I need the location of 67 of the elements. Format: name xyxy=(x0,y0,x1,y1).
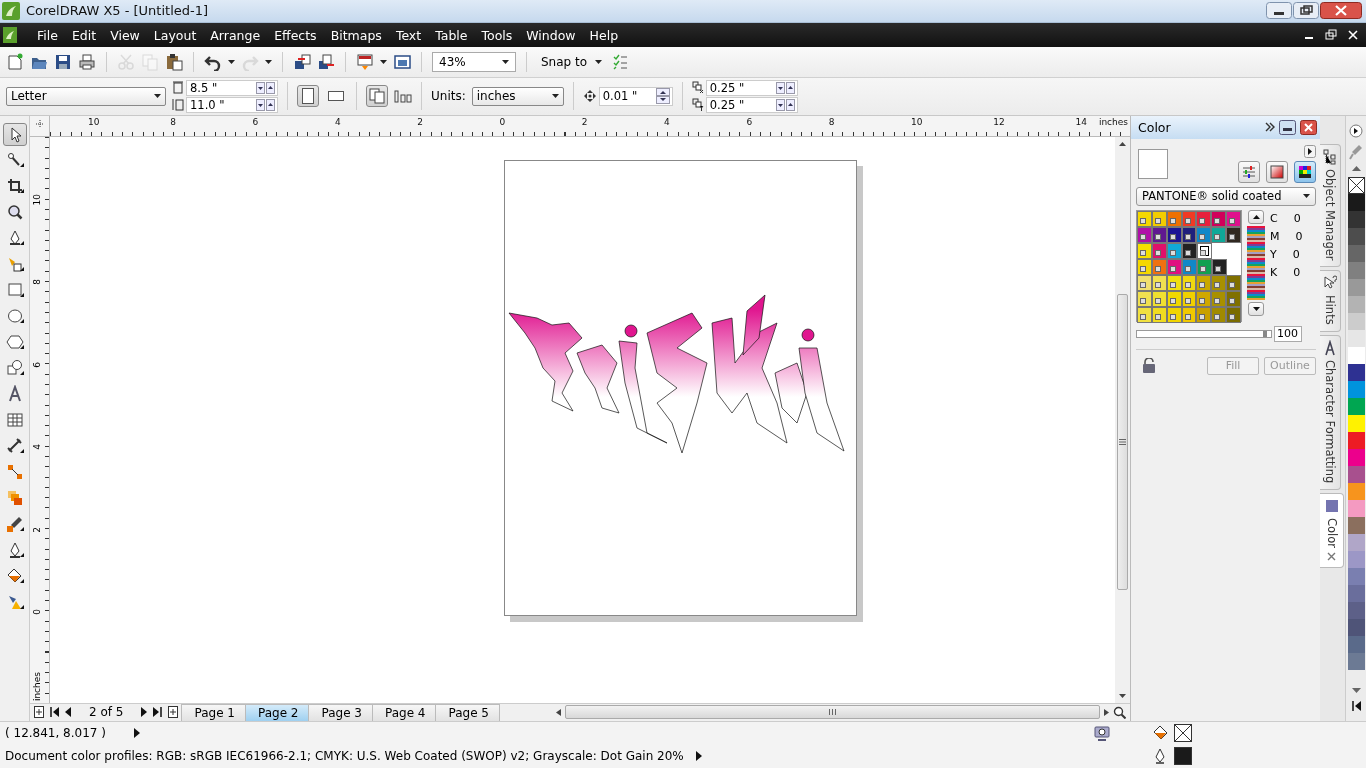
menu-item[interactable]: Bitmaps xyxy=(323,25,389,45)
ruler-label: 10 xyxy=(32,194,42,206)
docker-tab[interactable]: Hints xyxy=(1320,270,1341,332)
ruler-unit: inches xyxy=(32,671,43,701)
units-label: Units: xyxy=(431,89,466,104)
channel-label: C xyxy=(1270,211,1278,225)
zoom-dropdown[interactable]: 43% xyxy=(432,52,516,73)
docker-tab[interactable]: Color xyxy=(1320,493,1344,569)
menu-item[interactable]: File xyxy=(30,25,65,45)
page-size-dropdown[interactable]: Letter xyxy=(6,86,166,106)
ruler-label: 2 xyxy=(581,116,588,127)
ruler-label: 2 xyxy=(417,116,423,127)
ruler-label: 4 xyxy=(334,116,341,127)
docker-tab[interactable]: Character Formatting xyxy=(1320,334,1341,490)
ruler-label: 8 xyxy=(828,116,835,127)
ruler-label: 8 xyxy=(170,116,177,127)
menu-item[interactable]: Layout xyxy=(146,25,204,45)
ruler-label: 12 xyxy=(993,116,1005,127)
ruler-label: 8 xyxy=(32,279,42,286)
page-counter: 2 of 5 xyxy=(88,705,125,720)
channel-label: Y xyxy=(1270,247,1277,261)
ruler-label: 14 xyxy=(1075,116,1087,127)
tint-field[interactable]: 100 xyxy=(1274,325,1302,342)
channel-label: M xyxy=(1270,229,1280,243)
channel-value: 0 xyxy=(1293,265,1301,279)
duplicate-y-field[interactable]: 0.25 " xyxy=(705,96,798,113)
docker-title: Color xyxy=(1138,119,1172,135)
channel-value: 0 xyxy=(1292,247,1300,261)
ruler-label: 6 xyxy=(252,116,259,127)
height-field[interactable]: 11.0 " xyxy=(186,96,278,113)
snap-to-button[interactable]: Snap to xyxy=(537,53,607,72)
ruler-label: 10 xyxy=(88,116,100,127)
units-dropdown[interactable]: inches xyxy=(471,86,564,106)
menu-item[interactable]: Edit xyxy=(64,25,104,45)
cursor-coordinates: ( 12.841, 8.017 ) xyxy=(5,726,106,741)
ruler-label: 6 xyxy=(32,361,42,368)
menu-item[interactable]: Window xyxy=(519,25,583,45)
palette-dropdown[interactable]: PANTONE® solid coated xyxy=(1136,186,1316,206)
menu-item[interactable]: Tools xyxy=(474,25,520,45)
ruler-label: 0 xyxy=(499,116,506,127)
width-field[interactable]: 8.5 " xyxy=(186,79,278,96)
page-tab[interactable]: Page 2 xyxy=(244,703,310,721)
page-tab[interactable]: Page 5 xyxy=(435,703,500,721)
menu-item[interactable]: Effects xyxy=(267,25,324,45)
channel-value: 0 xyxy=(1293,211,1301,225)
ruler-label: 0 xyxy=(32,609,42,616)
page-tab[interactable]: Page 3 xyxy=(308,703,373,721)
menu-item[interactable]: Table xyxy=(428,25,475,45)
ruler-label: 4 xyxy=(664,116,670,127)
nudge-field[interactable]: 0.01 " xyxy=(598,86,673,106)
window-title: CorelDRAW X5 - [Untitled-1] xyxy=(26,3,210,19)
channel-value: 0 xyxy=(1295,229,1303,243)
page-tab[interactable]: Page 4 xyxy=(371,703,437,721)
ruler-label: 4 xyxy=(32,444,42,451)
menu-item[interactable]: Arrange xyxy=(203,25,268,45)
menu-item[interactable]: View xyxy=(103,25,147,45)
menu-item[interactable]: Text xyxy=(388,25,429,45)
docker-tab[interactable]: Object Manager xyxy=(1320,143,1341,268)
ruler-label: 6 xyxy=(746,116,753,127)
duplicate-x-field[interactable]: 0.25 " xyxy=(705,79,798,96)
menu-item[interactable]: Help xyxy=(582,25,626,45)
ruler-label: 2 xyxy=(32,526,42,533)
page-tab[interactable]: Page 1 xyxy=(181,703,246,721)
ruler-label: 10 xyxy=(910,116,923,127)
color-profiles-text: Document color profiles: RGB: sRGB IEC61966-2.1; CMYK: U.S. Web Coated (SWOP) v2; Grayscale: Dot Gain 20% xyxy=(5,749,684,764)
channel-label: K xyxy=(1270,265,1278,279)
ruler-unit: inches xyxy=(1098,115,1130,127)
